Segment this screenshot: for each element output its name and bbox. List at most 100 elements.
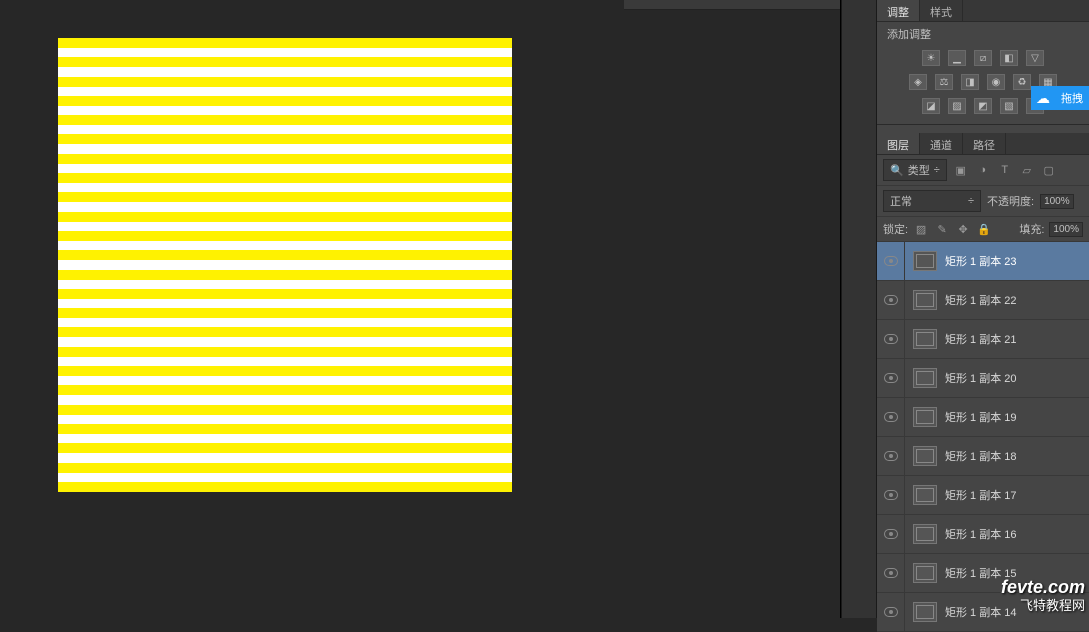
filter-smart-icon[interactable]: ▢: [1041, 162, 1057, 178]
layer-thumbnail[interactable]: [913, 329, 937, 349]
filter-pixel-icon[interactable]: ▣: [953, 162, 969, 178]
layer-visibility-toggle[interactable]: [877, 359, 905, 397]
levels-icon[interactable]: ▁: [948, 50, 966, 66]
stripe: [58, 443, 512, 453]
stripe: [58, 38, 512, 48]
tab-layers[interactable]: 图层: [877, 133, 920, 154]
gradient-map-icon[interactable]: ▧: [1000, 98, 1018, 114]
black-white-icon[interactable]: ◨: [961, 74, 979, 90]
stripe: [58, 57, 512, 67]
exposure-icon[interactable]: ◧: [1000, 50, 1018, 66]
layer-row[interactable]: 矩形 1 副本 22: [877, 281, 1089, 320]
layer-row[interactable]: 矩形 1 副本 17: [877, 476, 1089, 515]
layer-thumbnail[interactable]: [913, 368, 937, 388]
canvas-area[interactable]: [0, 0, 841, 618]
stripe: [58, 385, 512, 395]
invert-icon[interactable]: ◪: [922, 98, 940, 114]
document-canvas[interactable]: [58, 38, 512, 492]
stripe: [58, 366, 512, 376]
threshold-icon[interactable]: ◩: [974, 98, 992, 114]
layer-thumbnail[interactable]: [913, 251, 937, 271]
layer-thumbnail[interactable]: [913, 485, 937, 505]
layer-visibility-toggle[interactable]: [877, 476, 905, 514]
filter-type-icon[interactable]: T: [997, 162, 1013, 178]
vibrance-icon[interactable]: ▽: [1026, 50, 1044, 66]
layer-visibility-toggle[interactable]: [877, 515, 905, 553]
stripe: [58, 173, 512, 183]
adjustments-tabs: 调整 样式: [877, 0, 1089, 22]
layer-row[interactable]: 矩形 1 副本 18: [877, 437, 1089, 476]
layer-row[interactable]: 矩形 1 副本 15: [877, 554, 1089, 593]
lock-all-icon[interactable]: 🔒: [976, 221, 992, 237]
eye-icon: [884, 490, 898, 500]
channel-mixer-icon[interactable]: ♻: [1013, 74, 1031, 90]
eye-icon: [884, 295, 898, 305]
layer-row[interactable]: 矩形 1 副本 23: [877, 242, 1089, 281]
stripe: [58, 212, 512, 222]
lock-label: 锁定:: [883, 221, 908, 237]
layer-row[interactable]: 矩形 1 副本 21: [877, 320, 1089, 359]
lock-pixels-icon[interactable]: ✎: [934, 221, 950, 237]
stripe: [58, 154, 512, 164]
stripe: [58, 250, 512, 260]
layer-visibility-toggle[interactable]: [877, 281, 905, 319]
layer-name: 矩形 1 副本 23: [945, 253, 1017, 269]
layers-tabs: 图层 通道 路径: [877, 133, 1089, 155]
opacity-value[interactable]: 100%: [1040, 194, 1074, 209]
layer-visibility-toggle[interactable]: [877, 320, 905, 358]
opacity-label: 不透明度:: [987, 193, 1034, 209]
stripe: [58, 270, 512, 280]
stripe: [58, 115, 512, 125]
layer-thumbnail[interactable]: [913, 407, 937, 427]
layer-thumbnail[interactable]: [913, 290, 937, 310]
filter-shape-icon[interactable]: ▱: [1019, 162, 1035, 178]
eye-icon: [884, 568, 898, 578]
layer-thumbnail[interactable]: [913, 524, 937, 544]
posterize-icon[interactable]: ▨: [948, 98, 966, 114]
layer-visibility-toggle[interactable]: [877, 593, 905, 631]
tab-adjustments[interactable]: 调整: [877, 0, 920, 21]
tab-styles[interactable]: 样式: [920, 0, 963, 21]
drag-badge[interactable]: ☁ 拖拽: [1031, 86, 1089, 110]
fill-label: 填充:: [1019, 221, 1044, 237]
layer-visibility-toggle[interactable]: [877, 437, 905, 475]
stripe: [58, 463, 512, 473]
brightness-contrast-icon[interactable]: ☀: [922, 50, 940, 66]
layer-visibility-toggle[interactable]: [877, 242, 905, 280]
photo-filter-icon[interactable]: ◉: [987, 74, 1005, 90]
cloud-icon: ☁: [1031, 86, 1055, 110]
stripe: [58, 77, 512, 87]
layer-row[interactable]: 矩形 1 副本 19: [877, 398, 1089, 437]
adjustments-row-1: ☀ ▁ ⧄ ◧ ▽: [877, 46, 1089, 70]
blend-mode-dropdown[interactable]: 正常 ÷: [883, 190, 981, 212]
lock-position-icon[interactable]: ✥: [955, 221, 971, 237]
layer-visibility-toggle[interactable]: [877, 554, 905, 592]
stripe: [58, 482, 512, 492]
panel-dock-gap: [841, 0, 877, 618]
layer-row[interactable]: 矩形 1 副本 16: [877, 515, 1089, 554]
stripe: [58, 347, 512, 357]
color-balance-icon[interactable]: ⚖: [935, 74, 953, 90]
tab-channels[interactable]: 通道: [920, 133, 963, 154]
layer-thumbnail[interactable]: [913, 446, 937, 466]
layer-thumbnail[interactable]: [913, 602, 937, 622]
layer-visibility-toggle[interactable]: [877, 398, 905, 436]
layer-thumbnail[interactable]: [913, 563, 937, 583]
lock-transparency-icon[interactable]: ▨: [913, 221, 929, 237]
fill-value[interactable]: 100%: [1049, 222, 1083, 237]
curves-icon[interactable]: ⧄: [974, 50, 992, 66]
stripe: [58, 424, 512, 434]
filter-adjustment-icon[interactable]: ◑: [975, 162, 991, 178]
tab-paths[interactable]: 路径: [963, 133, 1006, 154]
right-panels: 调整 样式 添加调整 ☀ ▁ ⧄ ◧ ▽ ◈ ⚖ ◨ ◉ ♻ ▦ ◪ ▨ ◩ ▧…: [877, 0, 1089, 618]
chevron-down-icon: ÷: [934, 164, 940, 176]
blend-mode-value: 正常: [890, 193, 912, 209]
eye-icon: [884, 256, 898, 266]
layer-row[interactable]: 矩形 1 副本 14: [877, 593, 1089, 632]
layer-row[interactable]: 矩形 1 副本 20: [877, 359, 1089, 398]
stripe: [58, 405, 512, 415]
filter-dropdown[interactable]: 🔍 类型 ÷: [883, 159, 947, 181]
hue-saturation-icon[interactable]: ◈: [909, 74, 927, 90]
eye-icon: [884, 373, 898, 383]
stripe: [58, 308, 512, 318]
